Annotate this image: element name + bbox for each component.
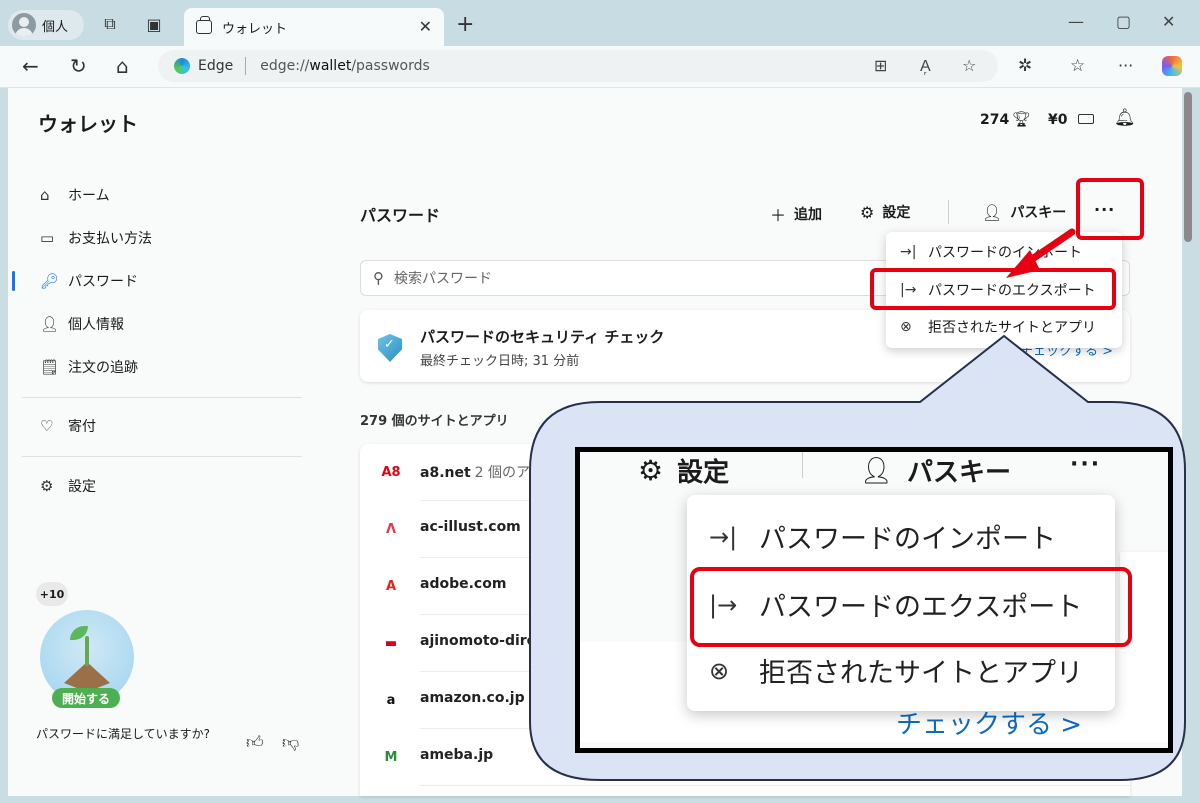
zoom-panel: ⚙ 設定 👤︎ パスキー ··· チェックする > →| パスワードのインポート |→… — [575, 447, 1173, 753]
zoom-highlight-export — [690, 567, 1132, 647]
zoom-settings-button: ⚙ 設定 — [638, 454, 730, 488]
import-icon: →| — [709, 522, 738, 551]
zoom-menu-item-rejected: ⊗ 拒否されたサイトとアプリ — [709, 656, 1083, 690]
rejected-sites-icon: ⊗ — [709, 656, 730, 685]
gear-icon: ⚙ — [638, 454, 664, 487]
zoom-more-button: ··· — [1070, 452, 1102, 477]
passkey-icon: 👤︎ — [860, 455, 894, 486]
zoom-menu-item-import: →| パスワードのインポート — [709, 522, 1056, 556]
zoom-passkey-button: 👤︎ パスキー — [860, 455, 1012, 489]
